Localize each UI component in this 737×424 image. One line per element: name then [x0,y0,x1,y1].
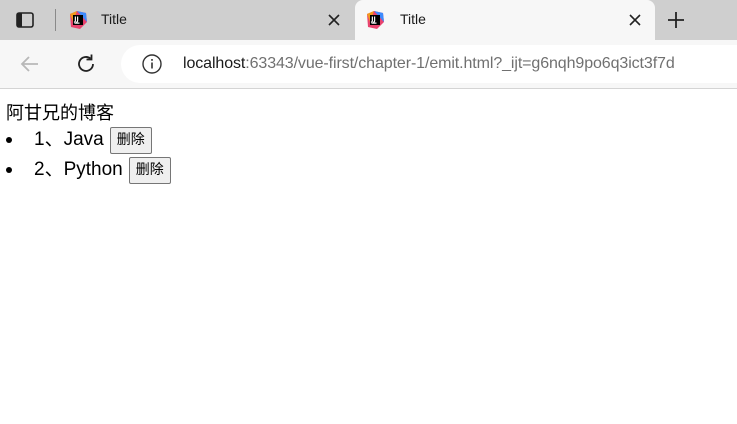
bullet [6,167,12,173]
tab-title: Title [400,11,426,27]
page-content: 阿甘兄的博客 1、Java 删除 2、Python 删除 [6,101,171,185]
jetbrains-favicon-icon: JJ [70,11,87,29]
delete-button[interactable]: 删除 [128,156,171,184]
svg-text:JJ: JJ [73,16,78,23]
tab-active[interactable]: JJ Title [355,0,655,40]
tab-strip: JJ Title JJ Title [0,0,737,40]
plus-icon[interactable] [665,9,687,31]
reload-icon[interactable] [74,52,98,76]
tab-title: Title [101,11,127,27]
browser-toolbar: localhost:63343/vue-first/chapter-1/emit… [0,40,737,89]
jetbrains-favicon-icon: JJ [367,11,384,29]
tab-inactive[interactable]: JJ Title [58,0,354,40]
list-item: 1、Java 删除 [6,125,171,155]
url-host: localhost [183,55,246,72]
post-title: 2、Python [34,159,123,180]
bullet [6,137,12,143]
back-arrow-icon[interactable] [18,52,42,76]
address-bar[interactable]: localhost:63343/vue-first/chapter-1/emit… [121,45,737,83]
delete-button[interactable]: 删除 [109,126,152,154]
svg-text:JJ: JJ [370,16,375,23]
sidebar-panel-icon[interactable] [14,9,36,31]
info-icon[interactable] [141,53,163,75]
post-title: 1、Java [34,129,104,150]
list-item: 2、Python 删除 [6,155,171,185]
page-title: 阿甘兄的博客 [6,103,114,123]
url-path: :63343/vue-first/chapter-1/emit.html?_ij… [245,55,675,72]
post-list: 1、Java 删除 2、Python 删除 [6,125,171,185]
close-icon[interactable] [627,12,643,28]
tab-separator [55,9,56,31]
close-icon[interactable] [326,12,342,28]
url-text[interactable]: localhost:63343/vue-first/chapter-1/emit… [183,55,675,73]
